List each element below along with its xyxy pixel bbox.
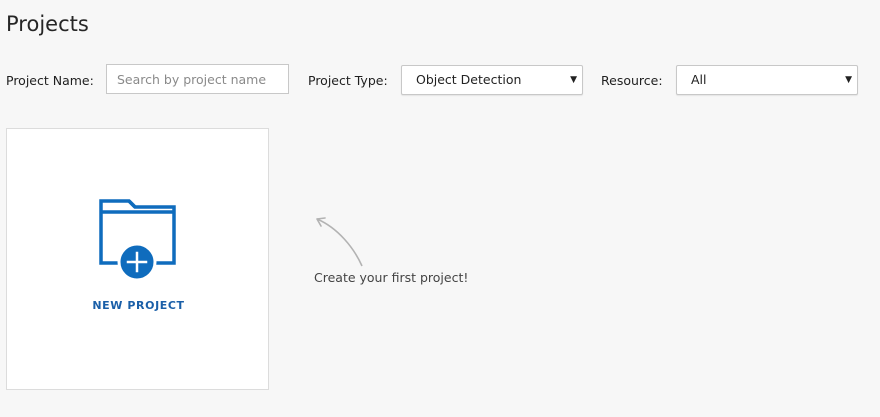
chevron-down-icon: ▼ [845,75,852,85]
chevron-down-icon: ▼ [570,75,577,85]
project-name-label: Project Name: [6,73,94,88]
project-type-select[interactable]: Object Detection ▼ [401,65,583,95]
project-type-label: Project Type: [308,73,388,88]
new-project-card[interactable]: NEW PROJECT [6,128,269,390]
projects-page: Projects Project Name: Project Type: Obj… [0,0,880,417]
project-name-search-input[interactable] [106,64,289,94]
curved-arrow-icon [316,217,363,267]
folder-plus-icon [99,199,176,281]
resource-label: Resource: [601,73,663,88]
resource-select[interactable]: All ▼ [676,65,858,95]
resource-selected-value: All [691,72,707,87]
hint-text: Create your first project! [314,270,469,285]
page-title: Projects [6,12,89,36]
new-project-label: NEW PROJECT [92,299,185,312]
project-type-selected-value: Object Detection [416,72,522,87]
